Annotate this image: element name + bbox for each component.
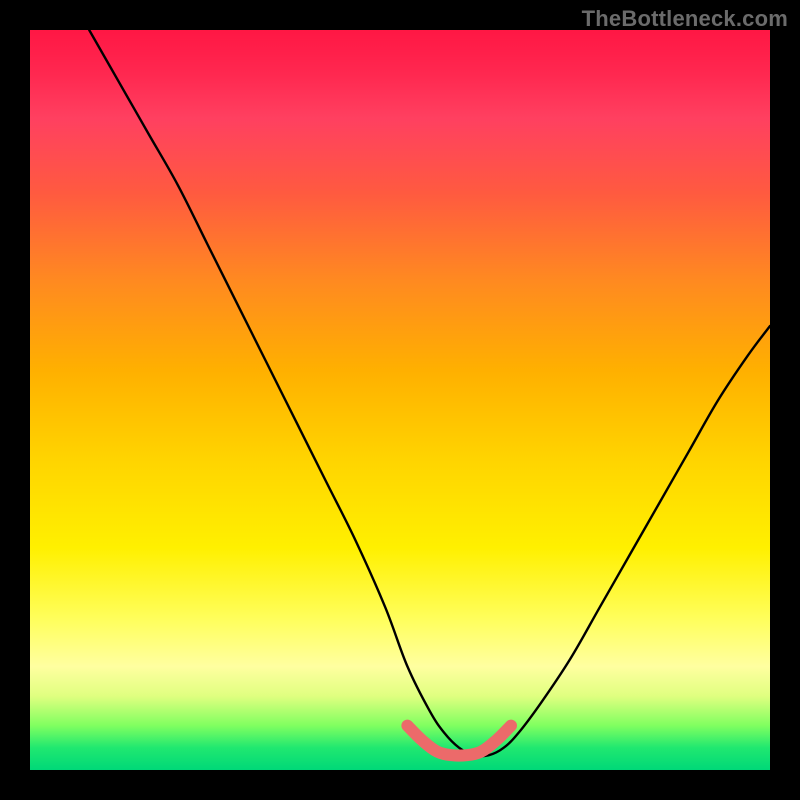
chart-container: TheBottleneck.com: [0, 0, 800, 800]
bottleneck-curve: [89, 30, 770, 756]
watermark-text: TheBottleneck.com: [582, 6, 788, 32]
plot-area: [30, 30, 770, 770]
optimal-zone-marker: [407, 726, 511, 756]
chart-svg: [30, 30, 770, 770]
